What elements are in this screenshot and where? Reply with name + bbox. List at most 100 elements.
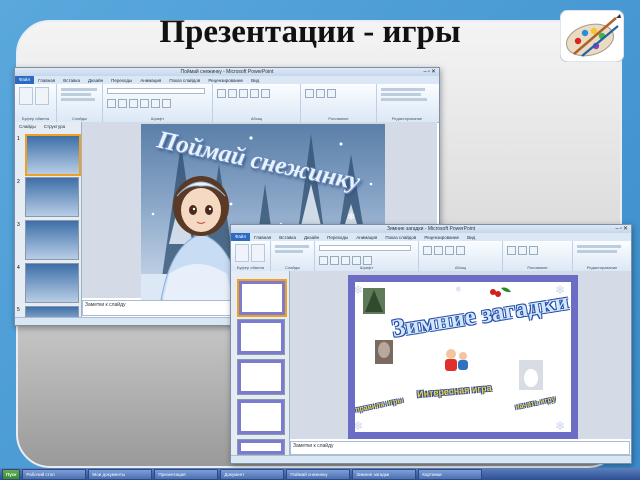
group-label: Редактирование bbox=[391, 116, 423, 121]
paste-icon[interactable] bbox=[19, 87, 33, 105]
bullets-icon[interactable] bbox=[217, 89, 226, 98]
window-2-group-drawing: Рисование bbox=[503, 241, 573, 271]
slide-zimnie-zagadki[interactable]: ❄ ❄ ❄ ❄ ❄ Зимние загадки Интересная bbox=[348, 275, 578, 439]
slide-number: 1 bbox=[17, 136, 20, 142]
window-2-tab-transitions[interactable]: Переходы bbox=[323, 235, 352, 240]
window-1-controls[interactable]: –▫✕ bbox=[424, 68, 438, 76]
window-2-notes[interactable]: Заметки к слайду bbox=[290, 441, 630, 455]
group-label: Редактирование bbox=[586, 265, 618, 270]
pane-tab-slides[interactable]: Слайды bbox=[15, 124, 40, 129]
taskbar-item[interactable]: Мои документы bbox=[88, 468, 153, 480]
window-1-tab-insert[interactable]: Вставка bbox=[59, 78, 84, 83]
italic-icon[interactable] bbox=[118, 99, 127, 108]
shapes-icon[interactable] bbox=[305, 89, 314, 98]
bold-icon[interactable] bbox=[319, 256, 328, 265]
columns-icon[interactable] bbox=[261, 89, 270, 98]
window-1-tab-home[interactable]: Главная bbox=[34, 78, 59, 83]
slide-number: 4 bbox=[17, 265, 20, 271]
group-label: Слайды bbox=[72, 116, 87, 121]
window-2-tab-view[interactable]: Вид bbox=[463, 235, 479, 240]
window-1-ribbon: Буфер обмена Слайды Шрифт Абзац Рисовани… bbox=[15, 84, 439, 123]
align-icon[interactable] bbox=[250, 89, 259, 98]
window-1-tab-view[interactable]: Вид bbox=[247, 78, 263, 83]
font-color-icon[interactable] bbox=[363, 256, 372, 265]
shapes-icon[interactable] bbox=[507, 246, 516, 255]
window-2-titlebar[interactable]: Зимние загадки - Microsoft PowerPoint –▫… bbox=[231, 225, 631, 233]
pane-tab-outline[interactable]: Структура bbox=[40, 124, 69, 129]
window-2-tab-review[interactable]: Рецензирование bbox=[420, 235, 463, 240]
taskbar-item[interactable]: Зимние загадки bbox=[352, 468, 417, 480]
svg-text:❄: ❄ bbox=[355, 283, 363, 297]
slide-thumb-3[interactable] bbox=[25, 220, 79, 260]
quick-styles-icon[interactable] bbox=[327, 89, 336, 98]
w2-slide-thumb-2[interactable] bbox=[237, 319, 285, 355]
w2-slide-thumb-3[interactable] bbox=[237, 359, 285, 395]
window-1-tab-design[interactable]: Дизайн bbox=[84, 78, 107, 83]
window-1-group-clipboard: Буфер обмена bbox=[15, 84, 57, 122]
powerpoint-window-2[interactable]: Зимние загадки - Microsoft PowerPoint –▫… bbox=[230, 224, 632, 464]
window-1-tab-review[interactable]: Рецензирование bbox=[204, 78, 247, 83]
window-1-group-font: Шрифт bbox=[103, 84, 213, 122]
w2-slide-thumb-1[interactable] bbox=[237, 279, 287, 317]
window-2-ribbon: Буфер обмена Слайды Шрифт Абзац Рисовани… bbox=[231, 241, 631, 272]
slide-thumb-1[interactable] bbox=[25, 134, 81, 176]
taskbar-item[interactable]: Рабочий стол bbox=[22, 468, 87, 480]
italic-icon[interactable] bbox=[330, 256, 339, 265]
window-2-tab-home[interactable]: Главная bbox=[250, 235, 275, 240]
bold-icon[interactable] bbox=[107, 99, 116, 108]
strike-icon[interactable] bbox=[352, 256, 361, 265]
font-color-icon[interactable] bbox=[162, 99, 171, 108]
bullets-icon[interactable] bbox=[423, 246, 432, 255]
svg-text:❄: ❄ bbox=[347, 212, 355, 223]
window-2-statusbar bbox=[231, 455, 631, 463]
group-label: Буфер обмена bbox=[236, 265, 265, 270]
window-2-tab-slideshow[interactable]: Показ слайдов bbox=[381, 235, 420, 240]
underline-icon[interactable] bbox=[129, 99, 138, 108]
window-1-tab-slideshow[interactable]: Показ слайдов bbox=[165, 78, 204, 83]
slide-thumb-4[interactable] bbox=[25, 263, 79, 303]
w2-slide-thumb-4[interactable] bbox=[237, 399, 285, 435]
underline-icon[interactable] bbox=[341, 256, 350, 265]
window-2-group-paragraph: Абзац bbox=[419, 241, 503, 271]
window-1-titlebar[interactable]: Поймай снежинку - Microsoft PowerPoint –… bbox=[15, 68, 439, 76]
indent-icon[interactable] bbox=[239, 89, 248, 98]
arrange-icon[interactable] bbox=[518, 246, 527, 255]
window-1-ribbon-tabs: Файл Главная Вставка Дизайн Переходы Ани… bbox=[15, 76, 439, 84]
columns-icon[interactable] bbox=[456, 246, 465, 255]
window-1-tab-animation[interactable]: Анимация bbox=[136, 78, 165, 83]
taskbar-item[interactable]: Картинки bbox=[418, 468, 483, 480]
window-2-group-slides: Слайды bbox=[271, 241, 315, 271]
window-1-group-paragraph: Абзац bbox=[213, 84, 301, 122]
new-slide-icon[interactable] bbox=[251, 244, 265, 262]
new-slide-icon[interactable] bbox=[35, 87, 49, 105]
window-1-tab-file[interactable]: Файл bbox=[15, 76, 35, 84]
quick-styles-icon[interactable] bbox=[529, 246, 538, 255]
taskbar-item[interactable]: Презентация bbox=[154, 468, 219, 480]
arrange-icon[interactable] bbox=[316, 89, 325, 98]
numbering-icon[interactable] bbox=[228, 89, 237, 98]
window-1-slides-pane: Слайды Структура 1 2 3 4 5 bbox=[15, 122, 82, 318]
strike-icon[interactable] bbox=[140, 99, 149, 108]
start-button[interactable]: Пуск bbox=[2, 468, 21, 480]
window-1-tab-transitions[interactable]: Переходы bbox=[107, 78, 136, 83]
window-2-tab-file[interactable]: Файл bbox=[231, 233, 251, 241]
window-2-tab-animation[interactable]: Анимация bbox=[352, 235, 381, 240]
pane-tabs: Слайды Структура bbox=[15, 122, 81, 130]
numbering-icon[interactable] bbox=[434, 246, 443, 255]
window-2-controls[interactable]: –▫✕ bbox=[616, 225, 630, 233]
shadow-icon[interactable] bbox=[151, 99, 160, 108]
group-label: Буфер обмена bbox=[21, 116, 50, 121]
w2-slide-thumb-5[interactable] bbox=[237, 439, 285, 455]
slide-thumb-2[interactable] bbox=[25, 177, 79, 217]
align-icon[interactable] bbox=[445, 246, 454, 255]
window-2-ribbon-tabs: Файл Главная Вставка Дизайн Переходы Ани… bbox=[231, 233, 631, 241]
group-label: Абзац bbox=[250, 116, 263, 121]
taskbar-item[interactable]: Документ bbox=[220, 468, 285, 480]
group-label: Шрифт bbox=[150, 116, 165, 121]
window-1-title: Поймай снежинку - Microsoft PowerPoint bbox=[180, 69, 274, 75]
paste-icon[interactable] bbox=[235, 244, 249, 262]
window-2-tab-design[interactable]: Дизайн bbox=[300, 235, 323, 240]
taskbar-item[interactable]: Поймай снежинку bbox=[286, 468, 351, 480]
group-label: Рисование bbox=[527, 265, 548, 270]
window-2-tab-insert[interactable]: Вставка bbox=[275, 235, 300, 240]
